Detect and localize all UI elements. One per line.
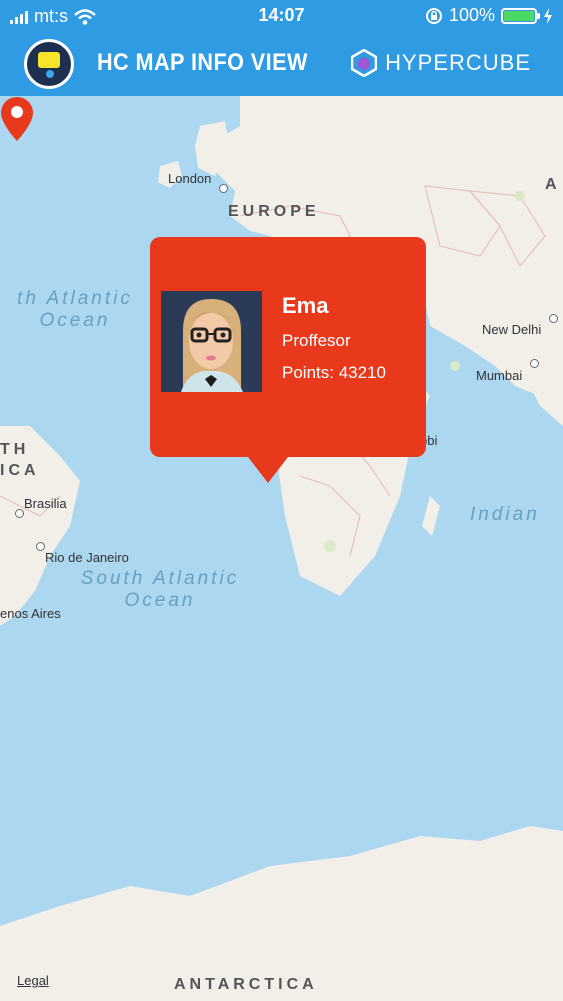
city-label-new-delhi: New Delhi (482, 322, 542, 337)
city-marker-rio (36, 542, 45, 551)
city-marker-london (219, 184, 228, 193)
message-icon (38, 52, 60, 68)
map-background (0, 96, 563, 1001)
city-label-london: London (168, 171, 212, 186)
city-label-rio: Rio de Janeiro (45, 550, 129, 565)
hypercube-icon (351, 49, 378, 77)
ocean-label-south-atlantic: South Atlantic Ocean (50, 568, 270, 612)
user-avatar (161, 291, 262, 392)
pin-icon (46, 70, 54, 78)
brand-logo: HYPERCUBE (351, 49, 531, 77)
app-logo[interactable] (24, 39, 74, 89)
battery-icon (501, 7, 540, 24)
ocean-label-north-atlantic: th Atlantic Ocean (0, 288, 150, 332)
region-label-asia: A (545, 176, 561, 193)
charging-icon (544, 7, 552, 24)
ocean-label-indian: Indian (470, 504, 540, 525)
app-header: HC MAP INFO VIEW HYPERCUBE (0, 32, 563, 96)
status-right: 100% (425, 5, 553, 26)
avatar-illustration (161, 291, 262, 392)
legal-link[interactable]: Legal (17, 973, 49, 988)
ocean-label-line: South Atlantic (80, 568, 240, 589)
map-pin-icon[interactable] (0, 96, 34, 142)
ocean-label-line: Ocean (39, 310, 111, 331)
city-marker-new-delhi (549, 314, 558, 323)
city-label-mumbai: Mumbai (476, 368, 523, 383)
ocean-label-line: Ocean (124, 590, 196, 611)
info-popup[interactable]: Ema Proffesor Points: 43210 (150, 237, 426, 483)
rotation-lock-icon (425, 7, 442, 24)
city-marker-mumbai (530, 359, 539, 368)
status-bar: mt:s 14:07 100% (0, 0, 563, 32)
region-label-europe: EUROPE (228, 203, 320, 220)
ocean-label-line: th Atlantic (17, 288, 133, 309)
user-role: Proffesor (282, 331, 351, 350)
region-label-south-america-1: TH (0, 441, 30, 458)
region-label-antarctica: ANTARCTICA (174, 976, 318, 993)
city-marker-brasilia (15, 509, 24, 518)
brand-name: HYPERCUBE (385, 50, 531, 75)
app-title: HC MAP INFO VIEW (97, 49, 308, 76)
battery-percent: 100% (448, 5, 495, 25)
city-label-brasilia: Brasilia (24, 496, 67, 511)
user-points: Points: 43210 (282, 363, 386, 382)
region-label-south-america-2: ICA (0, 462, 40, 479)
map-view[interactable]: London EUROPE A New Delhi Mumbai th Atla… (0, 96, 563, 1001)
user-name: Ema (282, 293, 329, 318)
